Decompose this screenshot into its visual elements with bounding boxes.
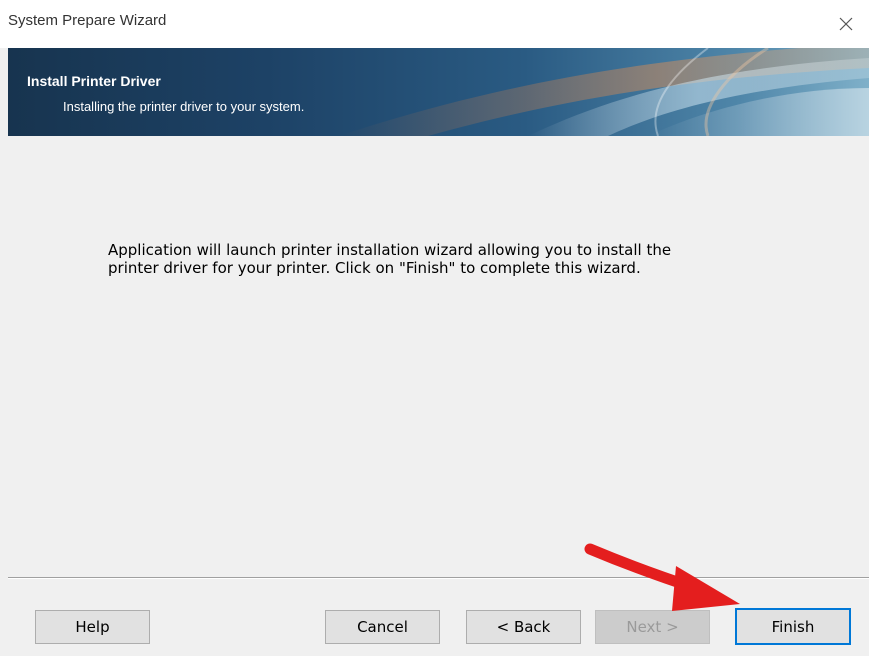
close-icon bbox=[839, 17, 853, 31]
instruction-message: Application will launch printer installa… bbox=[108, 241, 672, 277]
wizard-content: Application will launch printer installa… bbox=[8, 136, 869, 577]
back-button[interactable]: < Back bbox=[466, 610, 581, 644]
close-button[interactable] bbox=[823, 0, 869, 48]
finish-button[interactable]: Finish bbox=[735, 608, 851, 645]
cancel-button[interactable]: Cancel bbox=[325, 610, 440, 644]
wizard-header-banner: Install Printer Driver Installing the pr… bbox=[8, 48, 869, 136]
banner-title: Install Printer Driver bbox=[27, 73, 161, 89]
next-button[interactable]: Next > bbox=[595, 610, 710, 644]
wizard-window: System Prepare Wizard Install Printer Dr… bbox=[0, 0, 869, 656]
help-button[interactable]: Help bbox=[35, 610, 150, 644]
button-divider bbox=[8, 577, 869, 579]
banner-graphic bbox=[338, 48, 869, 136]
window-title: System Prepare Wizard bbox=[8, 12, 167, 29]
title-bar: System Prepare Wizard bbox=[0, 0, 869, 48]
banner-subtitle: Installing the printer driver to your sy… bbox=[63, 99, 305, 114]
